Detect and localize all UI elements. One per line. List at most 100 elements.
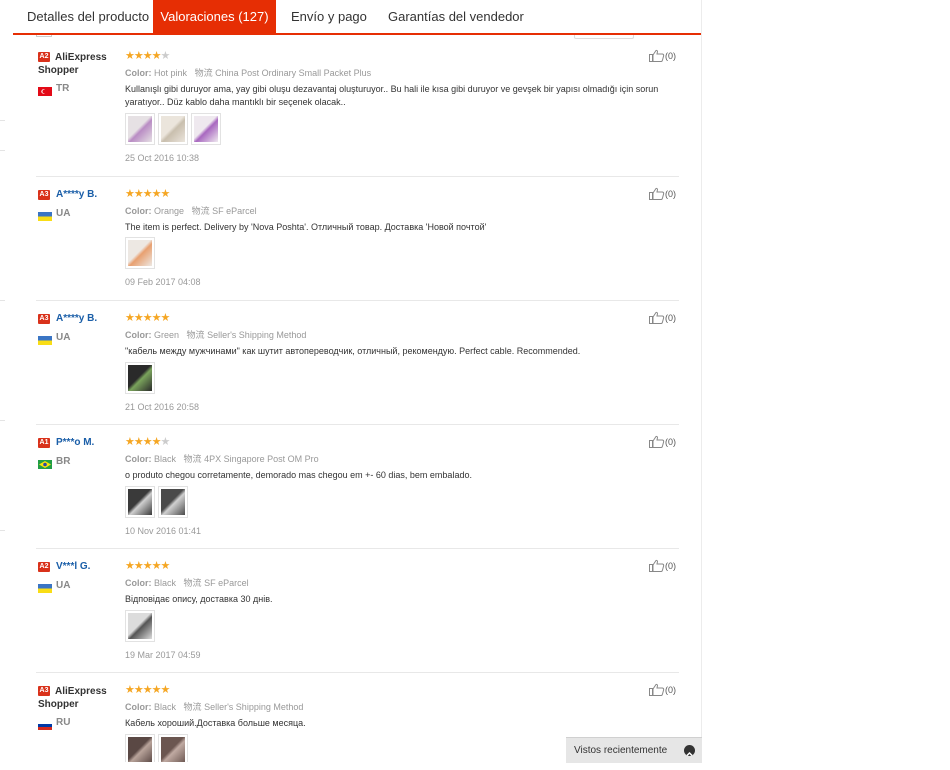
reviewer-name[interactable]: A****y B. — [56, 313, 97, 324]
star-icon: ★ — [151, 188, 162, 200]
reviewer-name: AliExpress Shopper — [38, 686, 107, 710]
reviewer-name[interactable]: P***o M. — [56, 437, 94, 448]
color-value: Black — [154, 702, 177, 712]
star-icon: ★ — [125, 188, 135, 200]
shipping-label: 物流 — [186, 330, 205, 340]
review-photo-thumbnail[interactable] — [158, 113, 188, 145]
helpful-button[interactable]: (0) — [649, 187, 676, 202]
review-divider — [36, 176, 679, 177]
color-value: Orange — [154, 206, 185, 216]
country-flag-icon — [38, 717, 52, 730]
review-photo-thumbnail[interactable] — [125, 610, 155, 642]
review-photo-thumbnail[interactable] — [158, 734, 188, 762]
star-icon: ★ — [142, 436, 153, 448]
review-photo-thumbnail[interactable] — [158, 486, 188, 518]
star-icon: ★ — [125, 560, 135, 572]
helpful-count: (0) — [665, 684, 676, 695]
helpful-button[interactable]: (0) — [649, 559, 676, 574]
star-icon: ★ — [133, 684, 144, 696]
review-photo-thumbnail[interactable] — [125, 113, 155, 145]
shipping-label: 物流 — [191, 206, 210, 216]
review-text: o produto chegou corretamente, demorado … — [125, 470, 472, 480]
review-divider — [36, 424, 679, 425]
review-text: Kullanışlı gibi duruyor ama, yay gibi ol… — [125, 84, 659, 107]
color-label: Color: — [125, 454, 152, 464]
star-icon: ★ — [125, 50, 135, 62]
star-icon: ★ — [133, 50, 144, 62]
star-icon: ★ — [133, 188, 144, 200]
helpful-button[interactable]: (0) — [649, 435, 676, 450]
review-text: Кабель хороший.Доставка больше месяца. — [125, 718, 306, 728]
reviewer-country: UA — [56, 332, 71, 343]
review-photo-thumbnail[interactable] — [125, 237, 155, 269]
review-date: 10 Nov 2016 01:41 — [125, 526, 202, 536]
thumbs-up-icon — [649, 683, 665, 698]
color-value: Black — [154, 454, 177, 464]
review-date: 19 Mar 2017 04:59 — [125, 650, 201, 660]
tab-seller-guarantees[interactable]: Garantías del vendedor — [388, 0, 524, 33]
review-photo-thumbnail[interactable] — [125, 734, 155, 762]
review-text: "кабель между мужчинами" как шутит автоп… — [125, 346, 581, 356]
order-info: Color: Black 物流 Seller's Shipping Method — [125, 700, 303, 713]
helpful-button[interactable]: (0) — [649, 683, 676, 698]
buyer-level-badge: A3 — [38, 190, 50, 200]
star-icon: ★ — [142, 188, 153, 200]
helpful-count: (0) — [665, 50, 676, 61]
reviewer-name[interactable]: A****y B. — [56, 189, 97, 200]
review-photos — [125, 734, 191, 762]
order-info: Color: Orange 物流 SF eParcel — [125, 204, 257, 217]
buyer-level-badge: A2 — [38, 562, 50, 572]
review-photo-thumbnail[interactable] — [191, 113, 221, 145]
star-icon: ★ — [133, 560, 144, 572]
country-flag-icon — [38, 332, 52, 345]
review-photos — [125, 486, 191, 518]
helpful-count: (0) — [665, 560, 676, 571]
star-icon: ★ — [151, 560, 162, 572]
star-icon: ★ — [160, 312, 171, 324]
tab-product-details[interactable]: Detalles del producto — [27, 0, 149, 33]
tab-shipping-payment[interactable]: Envío y pago — [291, 0, 367, 33]
review-photo-thumbnail[interactable] — [125, 362, 155, 394]
order-info: Color: Black 物流 4PX Singapore Post OM Pr… — [125, 452, 319, 465]
country-flag-icon — [38, 83, 52, 96]
rating-stars: ★★★★★ — [125, 50, 170, 62]
recently-viewed-button[interactable]: Vistos recientemente — [566, 737, 702, 763]
star-icon: ★ — [160, 188, 171, 200]
tab-reviews[interactable]: Valoraciones (127) — [153, 0, 276, 33]
reviewer-country: BR — [56, 456, 71, 467]
left-panel-edge — [0, 0, 13, 762]
color-label: Color: — [125, 68, 152, 78]
review-divider — [36, 548, 679, 549]
star-icon: ★ — [160, 684, 171, 696]
thumbs-up-icon — [649, 187, 665, 202]
hidden-checkbox[interactable] — [36, 35, 52, 37]
color-label: Color: — [125, 702, 152, 712]
right-blank-pane — [701, 0, 950, 762]
shipping-method: 4PX Singapore Post OM Pro — [204, 454, 319, 464]
rating-stars: ★★★★★ — [125, 684, 171, 696]
star-icon: ★ — [151, 312, 162, 324]
order-info: Color: Green 物流 Seller's Shipping Method — [125, 328, 306, 341]
review-photo-thumbnail[interactable] — [125, 486, 155, 518]
rating-stars: ★★★★★ — [125, 436, 170, 448]
helpful-count: (0) — [665, 188, 676, 199]
country-flag-icon — [38, 580, 52, 593]
reviews-list: A2 AliExpress Shopper TR ★★★★★ Color: Hot pi… — [13, 35, 701, 762]
review-photos — [125, 113, 224, 145]
hidden-sort-select[interactable] — [574, 35, 634, 39]
review-date: 09 Feb 2017 04:08 — [125, 277, 201, 287]
star-icon: ★ — [151, 684, 162, 696]
review-date: 21 Oct 2016 20:58 — [125, 402, 200, 412]
rating-stars: ★★★★★ — [125, 312, 171, 324]
review-divider — [36, 300, 679, 301]
reviewer-name[interactable]: V***l G. — [56, 561, 90, 572]
helpful-button[interactable]: (0) — [649, 49, 676, 64]
shipping-method: Seller's Shipping Method — [204, 702, 304, 712]
thumbs-up-icon — [649, 435, 665, 450]
rating-stars: ★★★★★ — [125, 560, 170, 572]
review-text: Відповідає опису, доставка 30 днів. — [125, 594, 273, 604]
star-icon: ★ — [142, 684, 153, 696]
review-text: The item is perfect. Delivery by 'Nova P… — [125, 222, 487, 232]
color-label: Color: — [125, 330, 152, 340]
helpful-button[interactable]: (0) — [649, 311, 676, 326]
